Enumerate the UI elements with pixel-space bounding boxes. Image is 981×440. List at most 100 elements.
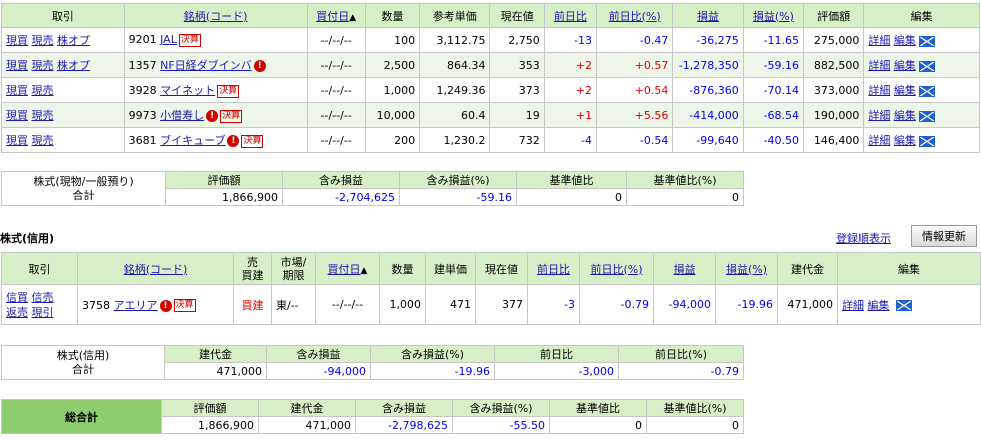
margin-sort-link-buy-date[interactable]: 買付日	[328, 263, 361, 276]
security-name-link[interactable]: マイネット	[160, 84, 215, 97]
mail-icon[interactable]	[896, 300, 912, 311]
security-name-link[interactable]: 小僧寿し	[160, 109, 204, 122]
margin-col-header-buy-date[interactable]: 買付日▲	[315, 252, 380, 285]
margin-summary-unrealized-pct: -19.96	[370, 362, 495, 380]
buy-link[interactable]: 現買	[6, 59, 28, 72]
kessan-badge[interactable]: 決算	[241, 134, 264, 148]
margin-row-change: -3	[527, 284, 580, 325]
security-code: 9973	[128, 109, 157, 122]
security-name-link[interactable]: NF日経ダブインバ	[160, 59, 252, 72]
sell-link[interactable]: 現売	[32, 109, 54, 122]
alert-icon[interactable]: !	[227, 135, 240, 147]
sell-link[interactable]: 現売	[32, 34, 54, 47]
sort-link-buy-date[interactable]: 買付日	[316, 10, 349, 23]
margin-sort-link-security[interactable]: 銘柄(コード)	[124, 263, 188, 276]
row-qty: 1,000	[364, 77, 421, 103]
sort-link-security[interactable]: 銘柄(コード)	[184, 10, 248, 23]
margin-sort-link-change-pct[interactable]: 前日比(%)	[590, 263, 642, 276]
edit-link[interactable]: 編集	[894, 34, 916, 47]
sell-link[interactable]: 現売	[32, 59, 54, 72]
col-header-security[interactable]: 銘柄(コード)	[123, 3, 308, 28]
security-name-link[interactable]: ブイキューブ	[160, 134, 225, 147]
sort-link-change-pct[interactable]: 前日比(%)	[609, 10, 661, 23]
row-security: 9973 小僧寿し! 決算	[123, 102, 308, 128]
col-header-pl[interactable]: 損益	[672, 3, 744, 28]
mail-icon[interactable]	[918, 85, 935, 97]
margin-summary-table: 株式(信用) 合計 建代金 含み損益 含み損益(%) 前日比 前日比(%) 47…	[1, 345, 744, 380]
margin-col-header-change-pct[interactable]: 前日比(%)	[579, 252, 654, 285]
row-value: 882,500	[803, 52, 865, 78]
kessan-badge[interactable]: 決算	[178, 33, 201, 47]
mail-icon[interactable]	[918, 135, 935, 147]
row-ref-price: 1,249.36	[419, 77, 491, 103]
margin-buy-link[interactable]: 信買	[6, 291, 28, 304]
margin-delivery-link[interactable]: 現引	[32, 306, 54, 319]
row-pl: -99,640	[672, 127, 744, 153]
margin-edit-link[interactable]: 編集	[868, 299, 890, 312]
row-pl-pct: -59.16	[742, 52, 805, 78]
margin-sort-link-pl[interactable]: 損益	[674, 263, 696, 276]
row-buy-date: --/--/--	[306, 127, 366, 153]
buy-link[interactable]: 現買	[6, 84, 28, 97]
margin-detail-link[interactable]: 詳細	[842, 299, 864, 312]
mail-icon[interactable]	[918, 110, 935, 122]
detail-link[interactable]: 詳細	[868, 34, 890, 47]
sort-link-change[interactable]: 前日比	[554, 10, 587, 23]
margin-summary-header-change-pct: 前日比(%)	[618, 345, 744, 363]
alert-icon[interactable]: !	[253, 60, 266, 72]
row-qty: 10,000	[364, 102, 421, 128]
security-name-link[interactable]: JAL	[160, 33, 177, 46]
kessan-badge[interactable]: 決算	[220, 109, 243, 123]
grand-total-header-amount: 建代金	[258, 399, 356, 417]
grand-total-header-base: 基準値比	[549, 399, 647, 417]
buy-link[interactable]: 現買	[6, 134, 28, 147]
buy-link[interactable]: 現買	[6, 34, 28, 47]
detail-link[interactable]: 詳細	[868, 134, 890, 147]
buy-link[interactable]: 現買	[6, 109, 28, 122]
row-change: +1	[543, 102, 598, 128]
stock-option-link[interactable]: 株オプ	[57, 34, 90, 47]
register-order-link[interactable]: 登録順表示	[836, 230, 891, 246]
detail-link[interactable]: 詳細	[868, 59, 890, 72]
margin-col-header-pl-pct[interactable]: 損益(%)	[715, 252, 778, 285]
stock-option-link[interactable]: 株オプ	[57, 59, 90, 72]
row-edit: 詳細 編集	[863, 52, 980, 78]
margin-col-header-security[interactable]: 銘柄(コード)	[77, 252, 234, 285]
sell-link[interactable]: 現売	[32, 134, 54, 147]
detail-link[interactable]: 詳細	[868, 84, 890, 97]
margin-sort-link-change[interactable]: 前日比	[537, 263, 570, 276]
spot-row: 現買 現売 9973 小僧寿し! 決算 --/--/-- 10,000 60.4 19 +1 +…	[1, 102, 980, 128]
mail-icon[interactable]	[918, 60, 935, 72]
col-header-change-pct[interactable]: 前日比(%)	[595, 3, 674, 28]
margin-row-name-link[interactable]: アエリア	[114, 299, 158, 312]
col-header-pl-pct[interactable]: 損益(%)	[742, 3, 805, 28]
margin-sort-link-pl-pct[interactable]: 損益(%)	[726, 263, 767, 276]
col-header-buy-date[interactable]: 買付日▲	[306, 3, 366, 28]
margin-summary-unrealized: -94,000	[266, 362, 371, 380]
margin-close-sell-link[interactable]: 返売	[6, 306, 28, 319]
spot-summary-unrealized-pct: -59.16	[399, 188, 517, 206]
margin-sell-link[interactable]: 信売	[32, 291, 54, 304]
edit-link[interactable]: 編集	[894, 134, 916, 147]
sell-link[interactable]: 現売	[32, 84, 54, 97]
detail-link[interactable]: 詳細	[868, 109, 890, 122]
sort-link-pl[interactable]: 損益	[697, 10, 719, 23]
kessan-badge[interactable]: 決算	[173, 299, 196, 312]
kessan-badge[interactable]: 決算	[217, 84, 240, 98]
edit-link[interactable]: 編集	[894, 59, 916, 72]
row-actions: 現買 現売	[1, 102, 125, 128]
sort-link-pl-pct[interactable]: 損益(%)	[753, 10, 794, 23]
col-header-change[interactable]: 前日比	[543, 3, 598, 28]
margin-col-header-change[interactable]: 前日比	[527, 252, 580, 285]
mail-icon[interactable]	[918, 35, 935, 47]
edit-link[interactable]: 編集	[894, 109, 916, 122]
row-buy-date: --/--/--	[306, 27, 366, 53]
alert-icon[interactable]: !	[159, 299, 172, 312]
spot-summary-label-top: 株式(現物/一般預り)	[33, 174, 134, 188]
row-edit: 詳細 編集	[863, 27, 980, 53]
edit-link[interactable]: 編集	[894, 84, 916, 97]
margin-row-actions: 信買 信売 返売 現引	[1, 284, 78, 325]
alert-icon[interactable]: !	[206, 110, 219, 122]
refresh-info-button[interactable]: 情報更新	[911, 225, 977, 247]
margin-col-header-pl[interactable]: 損益	[653, 252, 716, 285]
